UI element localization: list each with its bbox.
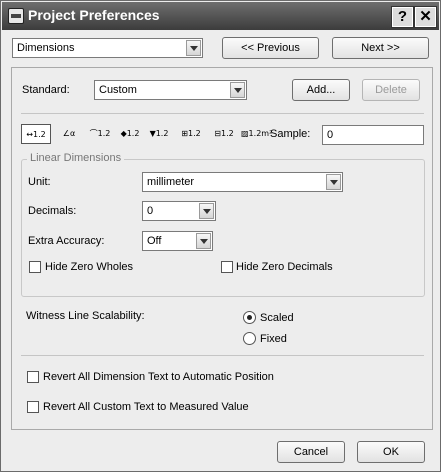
- add-button[interactable]: Add...: [292, 79, 350, 101]
- area-dimension-tool-icon[interactable]: ▨1.2m²: [241, 124, 272, 144]
- level-dimension-tool-icon[interactable]: ◆1.2: [117, 124, 143, 144]
- hide-zero-wholes-checkbox[interactable]: [29, 261, 41, 273]
- revert-dimension-text-checkbox[interactable]: [27, 371, 39, 383]
- app-icon: [8, 8, 24, 24]
- standard-value: Custom: [99, 84, 137, 96]
- hide-zero-decimals-checkbox[interactable]: [221, 261, 233, 273]
- witness-line-label: Witness Line Scalability:: [26, 310, 145, 322]
- title-bar[interactable]: Project Preferences ? ✕: [2, 2, 439, 30]
- chevron-down-icon: [230, 82, 245, 98]
- extra-accuracy-value: Off: [147, 235, 162, 247]
- ok-button[interactable]: OK: [357, 441, 425, 463]
- fixed-label[interactable]: Fixed: [260, 333, 287, 345]
- chevron-down-icon: [196, 233, 211, 249]
- window-title: Project Preferences: [28, 7, 160, 23]
- scaled-label[interactable]: Scaled: [260, 312, 294, 324]
- revert-custom-text-label[interactable]: Revert All Custom Text to Measured Value: [43, 401, 249, 413]
- previous-button[interactable]: << Previous: [222, 37, 319, 59]
- project-preferences-window: Project Preferences ? ✕ Dimensions << Pr…: [0, 0, 441, 472]
- radial-dimension-tool-icon[interactable]: ⌒1.2: [85, 124, 115, 144]
- scaled-radio[interactable]: [243, 311, 256, 324]
- next-button[interactable]: Next >>: [332, 37, 429, 59]
- category-dropdown[interactable]: Dimensions: [12, 38, 203, 58]
- angle-dimension-tool-icon[interactable]: ∠α: [55, 124, 83, 144]
- separator: [21, 355, 424, 356]
- help-button[interactable]: ?: [391, 6, 414, 28]
- chevron-down-icon: [199, 203, 214, 219]
- sample-label: Sample:: [270, 128, 311, 140]
- unit-value: millimeter: [147, 176, 195, 188]
- unit-dropdown[interactable]: millimeter: [142, 172, 343, 192]
- chevron-down-icon: [186, 40, 201, 56]
- separator: [21, 113, 424, 114]
- hide-zero-wholes-label[interactable]: Hide Zero Wholes: [45, 261, 133, 273]
- decimals-label: Decimals:: [28, 205, 77, 217]
- extra-accuracy-dropdown[interactable]: Off: [142, 231, 213, 251]
- linear-dimensions-title: Linear Dimensions: [27, 152, 125, 164]
- door-window-dimension-tool-icon[interactable]: ⊞1.2: [175, 124, 207, 144]
- sample-field[interactable]: 0: [322, 125, 424, 145]
- close-button[interactable]: ✕: [414, 6, 437, 28]
- hide-zero-decimals-label[interactable]: Hide Zero Decimals: [236, 261, 333, 273]
- unit-label: Unit:: [28, 176, 51, 188]
- elevation-dimension-tool-icon[interactable]: ▼1.2: [146, 124, 172, 144]
- chevron-down-icon: [326, 174, 341, 190]
- delete-button[interactable]: Delete: [362, 79, 420, 101]
- extra-accuracy-label: Extra Accuracy:: [28, 235, 105, 247]
- decimals-dropdown[interactable]: 0: [142, 201, 216, 221]
- standard-label: Standard:: [22, 84, 70, 96]
- category-value: Dimensions: [17, 42, 75, 54]
- cancel-button[interactable]: Cancel: [277, 441, 345, 463]
- fixed-radio[interactable]: [243, 332, 256, 345]
- standard-dropdown[interactable]: Custom: [94, 80, 247, 100]
- sill-height-dimension-tool-icon[interactable]: ⊟1.2: [209, 124, 239, 144]
- revert-custom-text-checkbox[interactable]: [27, 401, 39, 413]
- revert-dimension-text-label[interactable]: Revert All Dimension Text to Automatic P…: [43, 371, 274, 383]
- linear-dimension-tool-icon[interactable]: ↔1.2: [21, 124, 51, 144]
- decimals-value: 0: [147, 205, 154, 217]
